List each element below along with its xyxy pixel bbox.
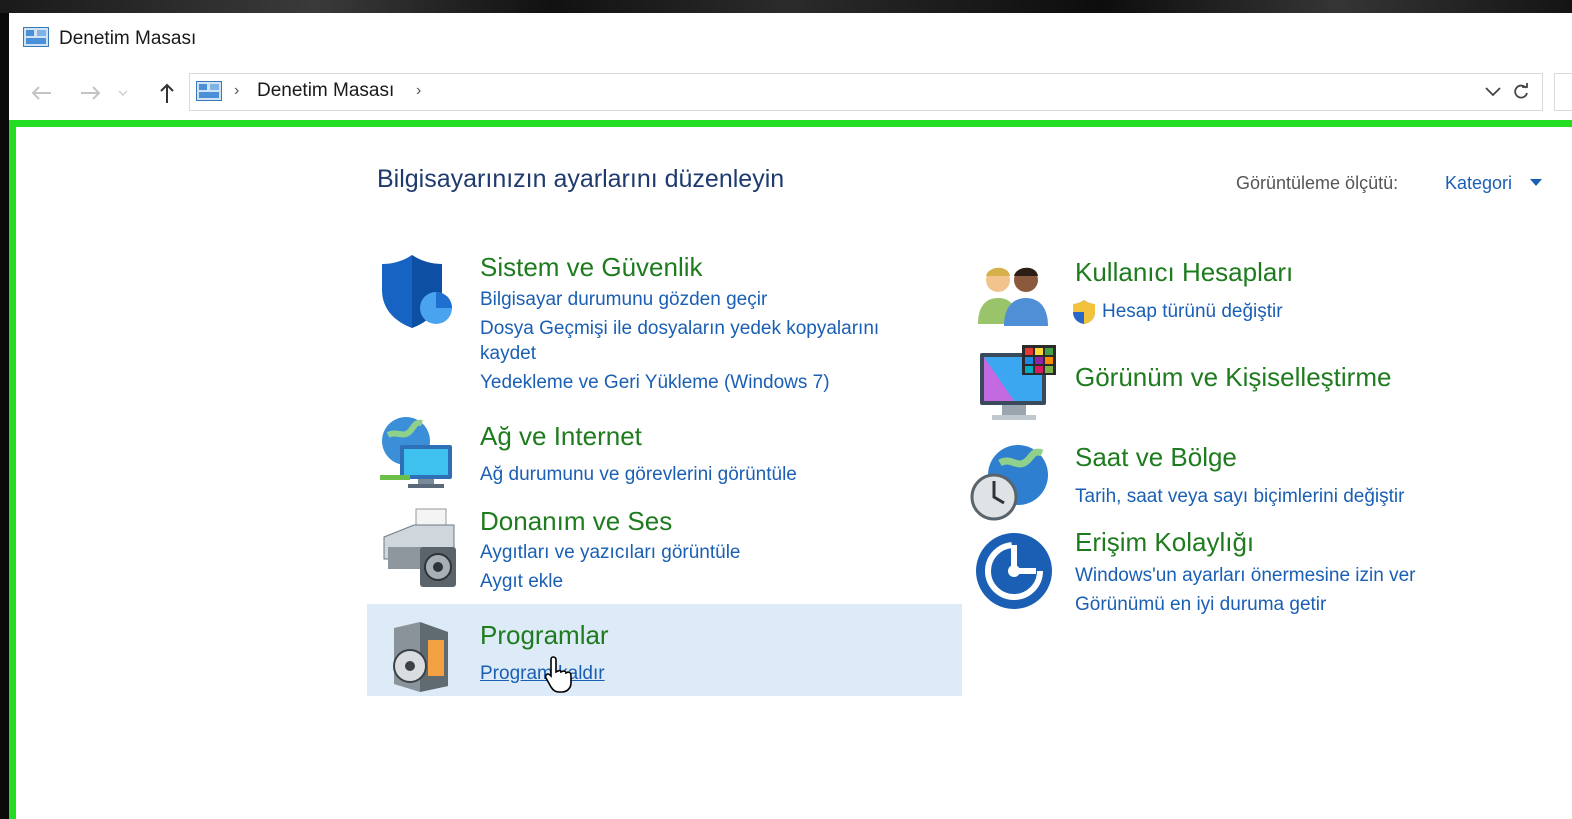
link-optimize-display[interactable]: Görünümü en iyi duruma getir [1075, 594, 1326, 616]
forward-arrow-icon [81, 86, 101, 100]
background-strip [0, 0, 1572, 13]
category-title-ease[interactable]: Erişim Kolaylığı [1075, 527, 1254, 558]
link-devices-printers[interactable]: Aygıtları ve yazıcıları görüntüle [480, 542, 741, 564]
shield-icon[interactable] [379, 251, 457, 331]
up-button[interactable] [151, 79, 183, 107]
address-bar[interactable]: › Denetim Masası › [189, 73, 1543, 111]
chevron-down-icon [118, 90, 128, 96]
link-file-history[interactable]: Dosya Geçmişi ile dosyaların yedek kopya… [480, 318, 879, 340]
link-change-account-type[interactable]: Hesap türünü değiştir [1102, 301, 1283, 323]
category-title-users[interactable]: Kullanıcı Hesapları [1075, 257, 1293, 288]
refresh-icon [1514, 83, 1528, 99]
title-bar: Denetim Masası [9, 13, 1572, 65]
clock-globe-icon[interactable] [970, 441, 1054, 523]
link-date-time-format[interactable]: Tarih, saat veya sayı biçimlerini değişt… [1075, 486, 1404, 508]
programs-hover-highlight [367, 604, 962, 696]
category-title-system-security[interactable]: Sistem ve Güvenlik [480, 252, 703, 283]
link-backup-restore[interactable]: Yedekleme ve Geri Yükleme (Windows 7) [480, 372, 830, 394]
page-title: Bilgisayarınızın ayarlarını düzenleyin [377, 165, 785, 193]
category-title-clock[interactable]: Saat ve Bölge [1075, 442, 1237, 473]
back-arrow-icon [31, 86, 51, 100]
ease-of-access-icon[interactable] [974, 531, 1054, 611]
uac-shield-icon [1073, 300, 1095, 324]
users-icon[interactable] [974, 258, 1052, 328]
programs-box-icon[interactable] [388, 618, 454, 694]
recent-locations-button[interactable] [113, 79, 133, 107]
category-title-network[interactable]: Ağ ve Internet [480, 421, 642, 452]
category-title-appearance[interactable]: Görünüm ve Kişiselleştirme [1075, 362, 1391, 393]
back-button[interactable] [25, 79, 57, 107]
search-box-edge[interactable] [1554, 73, 1572, 111]
control-panel-icon [23, 27, 49, 47]
view-by-dropdown[interactable]: Kategori [1445, 173, 1512, 194]
forward-button[interactable] [75, 79, 107, 107]
navigation-bar: › Denetim Masası › [9, 65, 1572, 120]
window-left-edge [0, 13, 9, 819]
view-by-label: Görüntüleme ölçütü: [1236, 173, 1399, 193]
chevron-down-icon [1485, 87, 1501, 97]
link-review-computer-status[interactable]: Bilgisayar durumunu gözden geçir [480, 289, 767, 311]
breadcrumb-separator-icon[interactable]: › [234, 82, 239, 100]
link-add-device[interactable]: Aygıt ekle [480, 571, 563, 593]
window-title: Denetim Masası [59, 28, 197, 49]
link-file-history-cont[interactable]: kaydet [480, 343, 536, 365]
up-arrow-icon [160, 83, 174, 103]
breadcrumb-separator-icon[interactable]: › [416, 82, 421, 100]
category-title-hardware[interactable]: Donanım ve Ses [480, 506, 672, 537]
link-windows-suggest-settings[interactable]: Windows'un ayarları önermesine izin ver [1075, 565, 1416, 587]
hand-cursor-icon [544, 656, 572, 693]
control-panel-content: Bilgisayarınızın ayarlarını düzenleyin G… [9, 120, 1572, 819]
category-title-programs[interactable]: Programlar [480, 620, 609, 651]
printer-icon[interactable] [378, 507, 460, 591]
address-dropdown-button[interactable] [1480, 80, 1506, 104]
network-globe-icon[interactable] [378, 415, 458, 491]
link-network-status[interactable]: Ağ durumunu ve görevlerini görüntüle [480, 464, 797, 486]
monitor-palette-icon[interactable] [976, 345, 1058, 429]
control-panel-icon [196, 81, 222, 101]
dropdown-arrow-icon[interactable] [1530, 179, 1542, 186]
breadcrumb-item[interactable]: Denetim Masası [257, 80, 394, 102]
refresh-button[interactable] [1508, 80, 1534, 104]
